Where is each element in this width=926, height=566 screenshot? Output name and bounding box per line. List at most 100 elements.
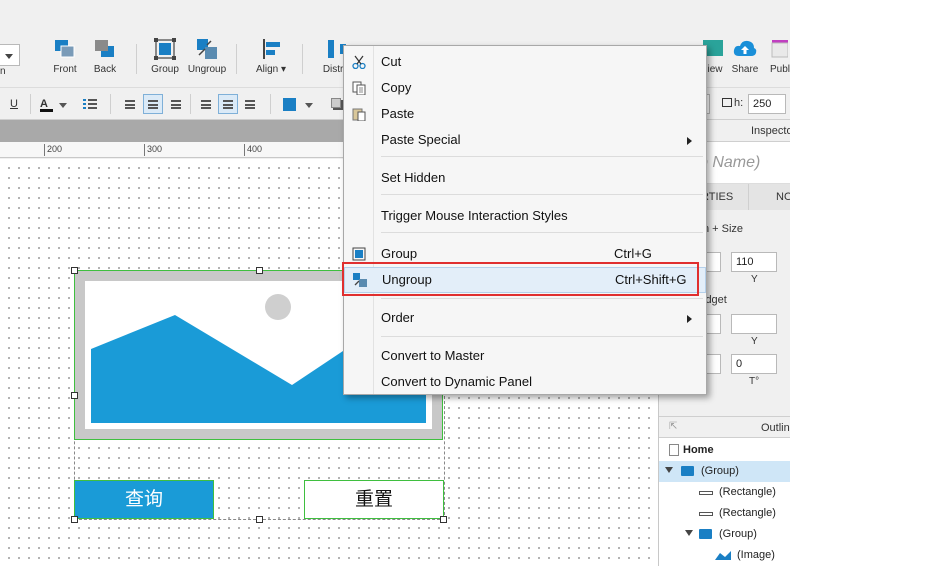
outline-subgroup-label: (Group)	[719, 528, 757, 540]
font-color-button[interactable]: A	[36, 94, 70, 114]
outline-title: Outlin	[761, 422, 790, 434]
menu-item-label: Order	[381, 310, 415, 325]
outline-item-image[interactable]: (Image)	[659, 545, 790, 566]
resize-handle[interactable]	[256, 267, 263, 274]
format-separator	[190, 94, 191, 114]
publish-icon	[764, 38, 789, 60]
menu-item-copy[interactable]: Copy	[344, 76, 706, 100]
ungroup-button[interactable]: Ungroup	[184, 38, 230, 88]
menu-item-paste-special[interactable]: Paste Special	[344, 128, 706, 152]
outline-item-rectangle[interactable]: (Rectangle)	[659, 482, 790, 503]
resize-handle[interactable]	[71, 267, 78, 274]
rotation-field[interactable]: 0	[731, 354, 777, 374]
rectangle-icon	[699, 491, 713, 495]
y-field-label: Y	[751, 274, 758, 285]
resize-handle[interactable]	[71, 392, 78, 399]
back-button[interactable]: Back	[82, 38, 128, 88]
ruler-tick: 300	[144, 144, 162, 156]
submenu-arrow-icon	[687, 137, 692, 145]
align-left-icon	[259, 38, 283, 60]
menu-item-ungroup[interactable]: Ungroup Ctrl+Shift+G	[344, 267, 706, 293]
menu-item-order[interactable]: Order	[344, 306, 706, 330]
menu-item-set-hidden[interactable]: Set Hidden	[344, 166, 706, 190]
menu-item-paste[interactable]: Paste	[344, 102, 706, 126]
outline-rect2-label: (Rectangle)	[719, 507, 776, 519]
outline-tree: Home (Group) (Rectangle) (Rectangle) (Gr…	[659, 438, 790, 566]
menu-item-label: Copy	[381, 80, 412, 95]
menu-item-label: Set Hidden	[381, 170, 446, 185]
menu-item-convert-master[interactable]: Convert to Master	[344, 344, 706, 368]
y-field[interactable]: 110	[731, 252, 777, 272]
align-button[interactable]: Align ▾	[248, 38, 294, 88]
resize-handle[interactable]	[440, 516, 447, 523]
format-separator	[30, 94, 31, 114]
back-label: Back	[93, 64, 117, 75]
widget-name-placeholder: p Name)	[699, 154, 761, 171]
valign-middle-button[interactable]	[218, 94, 238, 114]
toolbar-separator	[136, 44, 137, 74]
outline-item-subgroup[interactable]: (Group)	[659, 524, 790, 545]
valign-bottom-button[interactable]	[240, 94, 260, 114]
widget-y-field[interactable]	[731, 314, 777, 334]
menu-separator	[381, 232, 703, 233]
expand-arrow-icon[interactable]	[665, 467, 673, 473]
group-button[interactable]: Group	[142, 38, 188, 88]
outline-rect1-label: (Rectangle)	[719, 486, 776, 498]
outline-item-group[interactable]: (Group)	[659, 461, 790, 482]
height-label: h:	[722, 97, 743, 109]
underline-button[interactable]: U	[4, 94, 24, 114]
tab-notes[interactable]: NO	[749, 184, 790, 210]
publish-button[interactable]: Publ	[762, 38, 790, 88]
menu-item-label: Paste	[381, 106, 415, 121]
location-size-heading: n + Size	[703, 223, 744, 235]
align-text-right-icon	[171, 100, 181, 109]
menu-item-trigger-mouse-styles[interactable]: Trigger Mouse Interaction Styles	[344, 204, 706, 228]
page-icon	[669, 444, 679, 456]
query-button[interactable]: 查询	[74, 480, 214, 519]
fill-color-button[interactable]	[278, 94, 318, 114]
paste-icon	[352, 108, 366, 121]
resize-handle[interactable]	[71, 516, 78, 523]
valign-top-button[interactable]	[196, 94, 216, 114]
format-separator	[110, 94, 111, 114]
resize-handle[interactable]	[256, 516, 263, 523]
rotation-label: T°	[749, 376, 760, 387]
outline-pin-icon: ⇱	[669, 421, 678, 432]
menu-item-group[interactable]: Group Ctrl+G	[344, 242, 706, 266]
align-label: Align ▾	[255, 64, 287, 75]
expand-arrow-icon[interactable]	[685, 530, 693, 536]
menu-item-label: Cut	[381, 54, 402, 69]
ruler-tick: 200	[44, 144, 62, 156]
outline-item-home[interactable]: Home	[659, 440, 790, 461]
ungroup-label: Ungroup	[187, 64, 227, 75]
send-back-icon	[93, 38, 117, 60]
chevron-down-icon	[305, 103, 313, 108]
toolbar-dropdown[interactable]	[0, 44, 20, 66]
menu-separator	[381, 194, 703, 195]
inspector-title: Inspecto	[751, 125, 790, 137]
height-label-text: h:	[734, 97, 744, 109]
align-text-right-button[interactable]	[166, 94, 186, 114]
menu-separator	[381, 156, 703, 157]
menu-item-cut[interactable]: Cut	[344, 50, 706, 74]
format-separator	[270, 94, 271, 114]
align-text-center-button[interactable]	[143, 94, 163, 114]
menu-separator	[381, 336, 703, 337]
height-lock-icon	[722, 98, 732, 107]
group-label: Group	[151, 64, 179, 75]
ruler-tick: 400	[244, 144, 262, 156]
align-text-left-button[interactable]	[120, 94, 140, 114]
height-input[interactable]: 250	[748, 94, 786, 114]
font-color-swatch	[40, 109, 53, 112]
toolbar-separator	[302, 44, 303, 74]
outline-home-label: Home	[683, 444, 714, 456]
scissors-icon	[352, 55, 366, 69]
menu-item-label: Convert to Dynamic Panel	[381, 374, 533, 389]
publish-label: Publ	[770, 64, 790, 75]
menu-item-convert-dynamic-panel[interactable]: Convert to Dynamic Panel	[344, 370, 706, 394]
bullet-list-button[interactable]	[80, 94, 100, 114]
reset-button[interactable]: 重置	[304, 480, 444, 519]
rectangle-icon	[699, 512, 713, 516]
cloud-upload-icon	[733, 38, 757, 60]
outline-item-rectangle[interactable]: (Rectangle)	[659, 503, 790, 524]
